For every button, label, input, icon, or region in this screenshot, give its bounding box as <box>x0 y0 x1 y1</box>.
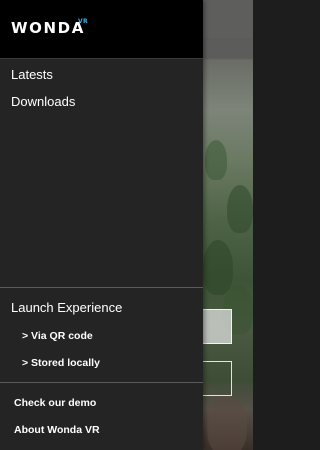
background-card-outline <box>203 361 232 396</box>
tree-shape <box>205 140 227 180</box>
stored-locally-link[interactable]: > Stored locally <box>22 357 100 369</box>
drawer-header: WONDA VR <box>0 0 203 59</box>
via-qr-code-link[interactable]: > Via QR code <box>22 330 93 342</box>
tree-shape <box>227 185 253 233</box>
check-our-demo-link[interactable]: Check our demo <box>14 397 96 409</box>
background-card <box>203 309 232 344</box>
navigation-drawer: WONDA VR Latests Downloads Launch Experi… <box>0 0 203 450</box>
nav-item-latests[interactable]: Latests <box>11 67 53 82</box>
divider <box>0 287 203 288</box>
wonda-logo-vr: VR <box>78 18 88 25</box>
rock-shape <box>207 395 247 450</box>
background-forest-image <box>203 0 253 450</box>
wonda-logo: WONDA <box>11 19 85 37</box>
divider <box>0 382 203 383</box>
background-app-bar <box>203 0 253 38</box>
tree-shape <box>203 240 233 295</box>
about-wonda-vr-link[interactable]: About Wonda VR <box>14 424 100 436</box>
launch-experience-title: Launch Experience <box>11 300 123 315</box>
nav-item-downloads[interactable]: Downloads <box>11 94 75 109</box>
